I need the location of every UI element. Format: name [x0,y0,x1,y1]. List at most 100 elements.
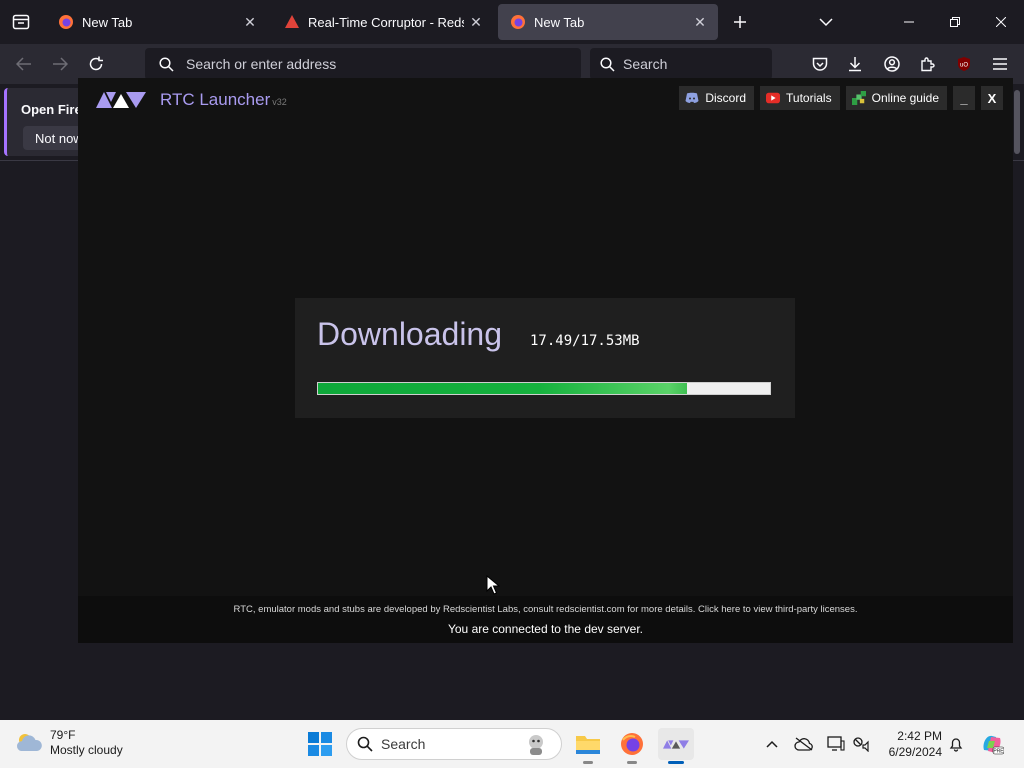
address-bar[interactable]: Search or enter address [145,48,581,80]
firefox-view-button[interactable] [0,0,42,44]
download-panel: Downloading 17.49/17.53MB [295,298,795,418]
folder-icon [576,736,600,754]
tab-real-time-corruptor[interactable]: Real-Time Corruptor - Redscientist ✕ [272,4,494,40]
header-links: Discord Tutorials Online guide _ X [679,86,1003,110]
tutorials-button[interactable]: Tutorials [760,86,840,110]
page-scrollbar[interactable] [1014,90,1020,154]
tab-strip: New Tab ✕ Real-Time Corruptor - Redscien… [0,0,1024,44]
close-tab-icon[interactable]: ✕ [688,10,712,34]
pocket-button[interactable] [806,50,834,78]
onedrive-button[interactable] [792,732,816,756]
chevron-down-icon [819,18,833,27]
system-clock[interactable]: 2:42 PM 6/29/2024 [880,728,942,760]
notifications-button[interactable] [944,732,968,756]
forward-button[interactable] [46,50,74,78]
address-bar-placeholder: Search or enter address [186,56,337,72]
monitor-icon [827,736,845,751]
window-controls [886,0,1024,44]
reload-icon [89,56,103,71]
cloudy-weather-icon [16,734,42,751]
close-tab-icon[interactable]: ✕ [238,10,262,34]
close-window-button[interactable] [978,0,1024,44]
pocket-icon [812,57,828,71]
firefox-icon [510,14,526,30]
rtc-taskbar-button[interactable] [658,728,694,764]
tab-title: Real-Time Corruptor - Redscientist [308,14,464,30]
credits-text[interactable]: RTC, emulator mods and stubs are develop… [78,604,1013,615]
copilot-button[interactable]: PRE [978,732,1006,756]
firefox-icon [58,14,74,30]
app-active-indicator [668,761,684,764]
restore-icon [950,17,960,27]
tab-new-tab-1[interactable]: New Tab ✕ [46,4,268,40]
download-progress-fill [318,383,687,394]
new-tab-button[interactable] [728,10,752,34]
reload-button[interactable] [82,50,110,78]
forward-arrow-icon [53,57,68,71]
network-volume-button[interactable] [850,732,874,756]
extensions-button[interactable] [914,50,942,78]
download-progress-bar [317,382,771,395]
app-menu-button[interactable] [986,50,1014,78]
search-bar-placeholder: Search [623,56,668,72]
back-arrow-icon [16,57,31,71]
restore-window-button[interactable] [932,0,978,44]
rtc-launcher-window: RTC Launcher v32 Discord Tutorials Online… [78,78,1013,643]
taskbar-search-placeholder: Search [381,736,426,752]
plus-icon [734,16,746,28]
minimize-icon [904,21,914,23]
app-title: RTC Launcher v32 [160,90,287,110]
account-button[interactable] [878,50,906,78]
display-button[interactable] [824,732,848,756]
network-volume-icon [853,737,869,752]
download-size: 17.49/17.53MB [530,333,640,349]
account-icon [884,56,900,72]
discord-label: Discord [705,91,747,105]
online-guide-button[interactable]: Online guide [845,86,947,110]
chevron-up-icon [766,740,778,748]
list-all-tabs-button[interactable] [814,10,838,34]
back-button[interactable] [10,50,38,78]
taskbar-search[interactable]: Search [346,728,562,760]
minimize-window-button[interactable] [886,0,932,44]
weather-widget[interactable]: 79°F Mostly cloudy [14,728,123,758]
tab-new-tab-2[interactable]: New Tab ✕ [498,4,718,40]
hamburger-menu-icon [993,58,1007,70]
tab-title: New Tab [82,14,133,30]
svg-text:uO: uO [960,63,968,69]
redscientist-icon [284,14,300,30]
search-bar[interactable]: Search [590,48,772,80]
app-running-indicator [583,761,593,764]
clock-date: 6/29/2024 [888,745,942,759]
rtc-logo-icon [663,740,689,749]
show-hidden-icons-button[interactable] [760,732,784,756]
close-tab-icon[interactable]: ✕ [464,10,488,34]
rtc-minimize-button[interactable]: _ [953,86,975,110]
ublock-origin-icon: uO [958,57,970,71]
app-title-text: RTC Launcher [160,90,271,109]
mouse-cursor-icon [486,575,500,595]
close-icon [996,17,1006,27]
search-icon [159,56,174,72]
discord-button[interactable]: Discord [679,86,755,110]
firefox-view-icon [12,14,30,30]
puzzle-icon [921,57,935,72]
copilot-icon: PRE [983,735,1004,755]
weather-temp: 79°F [50,728,76,742]
clock-time: 2:42 PM [897,729,942,743]
cloud-offline-icon [794,737,813,751]
firefox-taskbar-button[interactable] [614,728,650,764]
tab-title: New Tab [534,14,585,30]
weather-desc: Mostly cloudy [50,743,123,757]
notification-title: Open Firef [21,102,87,117]
file-explorer-button[interactable] [570,728,606,764]
ublock-origin-button[interactable]: uO [950,50,978,78]
downloads-button[interactable] [841,50,869,78]
search-highlight-icon [529,735,543,755]
search-icon [600,56,615,72]
start-button[interactable] [306,730,334,758]
app-running-indicator [627,761,637,764]
taskbar: 79°F Mostly cloudy Search 2:42 PM 6/29/2… [0,720,1024,768]
guide-icon [851,91,866,105]
rtc-close-button[interactable]: X [981,86,1003,110]
